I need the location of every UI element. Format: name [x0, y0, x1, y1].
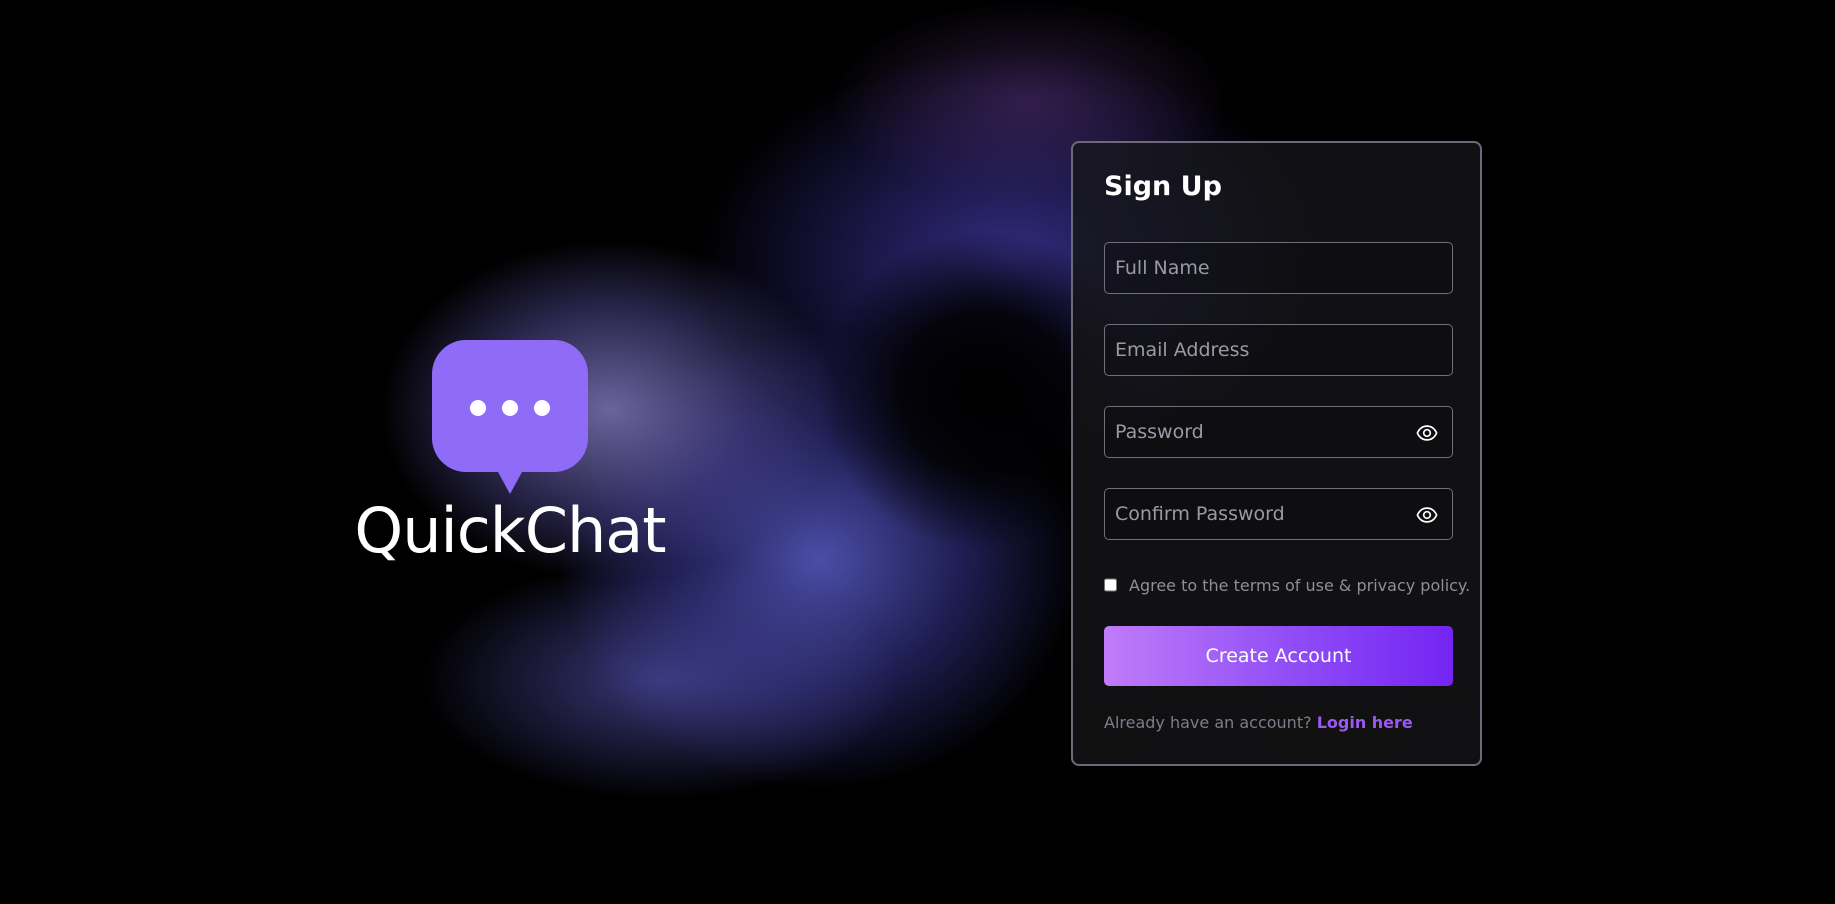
confirm-password-input[interactable]: [1105, 489, 1452, 539]
terms-label[interactable]: Agree to the terms of use & privacy poli…: [1129, 576, 1470, 595]
eye-icon[interactable]: [1416, 504, 1438, 526]
email-input[interactable]: [1105, 325, 1452, 375]
full-name-input[interactable]: [1105, 243, 1452, 293]
full-name-field: [1104, 242, 1453, 294]
signup-card: Sign Up Agree to the terms of use & priv…: [1071, 141, 1482, 766]
create-account-button[interactable]: Create Account: [1104, 626, 1453, 686]
email-field: [1104, 324, 1453, 376]
password-field: [1104, 406, 1453, 458]
confirm-password-field: [1104, 488, 1453, 540]
terms-checkbox[interactable]: [1104, 578, 1117, 592]
login-prompt: Already have an account?: [1104, 713, 1312, 732]
background-glow: [420, 560, 900, 800]
login-link[interactable]: Login here: [1317, 713, 1413, 732]
brand-block: QuickChat: [350, 340, 670, 562]
chat-bubble-dots-icon: [432, 340, 588, 494]
terms-row: Agree to the terms of use & privacy poli…: [1104, 574, 1470, 596]
app-name: QuickChat: [354, 494, 666, 567]
login-row: Already have an account? Login here: [1104, 713, 1450, 732]
password-input[interactable]: [1105, 407, 1452, 457]
signup-title: Sign Up: [1104, 171, 1222, 202]
eye-icon[interactable]: [1416, 422, 1438, 444]
signup-page: QuickChat Sign Up Agree to the ter: [0, 0, 1835, 904]
